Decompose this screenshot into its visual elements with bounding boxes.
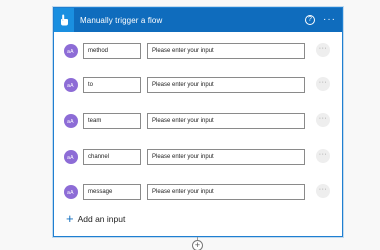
trigger-card[interactable]: Manually trigger a flow ? ··· aA method … [53,7,343,237]
add-input-button[interactable]: + Add an input [66,211,126,226]
input-row-method: aA method Please enter your input ··· [54,43,342,61]
input-row-team: aA team Please enter your input ··· [54,113,342,131]
input-row-to: aA to Please enter your input ··· [54,77,342,95]
svg-text:aA: aA [67,155,74,160]
row-more-button[interactable]: ··· [316,43,330,57]
svg-text:aA: aA [67,83,74,88]
input-value-field[interactable]: Please enter your input [147,77,305,93]
parameter-icon: aA [64,185,78,199]
ellipsis-icon[interactable]: ··· [323,15,336,25]
input-value-field[interactable]: Please enter your input [147,43,305,59]
row-more-button[interactable]: ··· [316,77,330,91]
insert-step-plus-icon[interactable]: + [192,240,203,250]
parameter-icon: aA [64,44,78,58]
hand-pointer-icon [54,8,74,32]
svg-text:aA: aA [67,119,74,124]
plus-icon: + [66,211,74,226]
svg-text:aA: aA [67,190,74,195]
input-name-field[interactable]: to [83,77,141,93]
question-circle-icon[interactable]: ? [305,15,315,25]
add-input-label: Add an input [77,214,126,224]
card-title: Manually trigger a flow [80,15,163,25]
row-more-button[interactable]: ··· [316,149,330,163]
input-name-field[interactable]: channel [83,149,141,165]
input-value-field[interactable]: Please enter your input [147,113,305,129]
parameter-icon: aA [64,114,78,128]
input-row-message: aA message Please enter your input ··· [54,184,342,202]
input-row-channel: aA channel Please enter your input ··· [54,149,342,167]
input-name-field[interactable]: method [83,43,141,59]
input-value-field[interactable]: Please enter your input [147,184,305,200]
svg-text:aA: aA [67,49,74,54]
parameter-icon: aA [64,150,78,164]
row-more-button[interactable]: ··· [316,184,330,198]
input-value-field[interactable]: Please enter your input [147,149,305,165]
card-header[interactable]: Manually trigger a flow ? ··· [54,8,342,32]
parameter-icon: aA [64,78,78,92]
input-name-field[interactable]: team [83,113,141,129]
input-name-field[interactable]: message [83,184,141,200]
row-more-button[interactable]: ··· [316,113,330,127]
